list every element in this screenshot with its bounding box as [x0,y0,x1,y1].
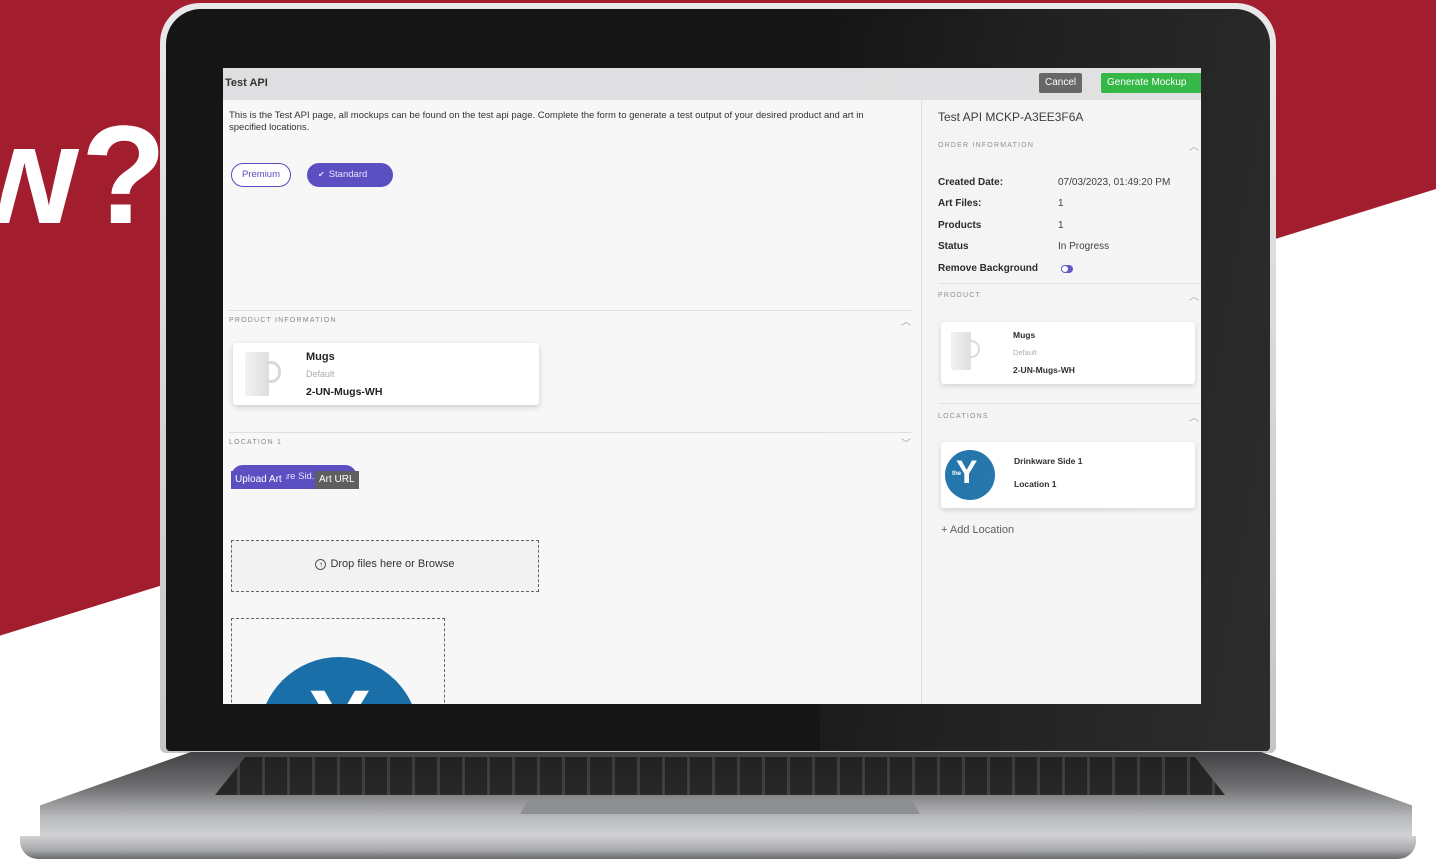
art-url-button[interactable]: Art URL [315,471,359,489]
created-date-value: 07/03/2023, 01:49:20 PM [1058,177,1171,188]
intro-text: This is the Test API page, all mockups c… [229,110,864,133]
laptop-screen: Test API Cancel Generate Mockup This is … [223,68,1201,704]
background-headline: w? [0,96,169,253]
locations-section-label: LOCATIONS [938,413,989,420]
app-topbar: Test API Cancel Generate Mockup [223,68,1201,100]
premium-tier-label: Premium [242,169,281,180]
add-location-button[interactable]: + Add Location [941,524,1014,536]
art-files-value: 1 [1058,198,1064,209]
created-date-label: Created Date: [938,177,1004,188]
mug-thumbnail [245,352,269,396]
generate-mockup-button[interactable]: Generate Mockup [1101,73,1201,93]
section-divider [938,403,1201,404]
laptop-keyboard [215,757,1225,795]
page-title: Test API [225,77,268,89]
standard-tier-chip[interactable]: ✔ Standard [307,163,393,187]
status-label: Status [938,241,969,252]
premium-tier-chip[interactable]: Premium [231,163,292,187]
ymca-logo: Y the [945,450,995,500]
sidebar-location-card[interactable]: Y the Drinkware Side 1 Location 1 [941,442,1195,508]
location-number: Location 1 [1014,479,1057,489]
chevron-up-icon[interactable]: ︿ [901,313,911,328]
mug-thumbnail [951,332,971,370]
chevron-up-icon[interactable]: ︿ [1189,138,1199,153]
laptop-base-front [20,836,1416,859]
laptop-trackpad [520,800,920,814]
main-form: This is the Test API page, all mockups c… [223,100,921,704]
remove-background-label: Remove Background [938,263,1039,274]
sidebar-product-card[interactable]: Mugs Default 2-UN-Mugs-WH [941,322,1195,384]
order-sidebar: Test API MCKP-A3EE3F6A ORDER INFORMATION… [922,100,1201,704]
check-icon: ✔ [318,170,325,179]
location-name: Drinkware Side 1 [1014,456,1083,466]
product-section-label: PRODUCT INFORMATION [229,317,337,324]
ymca-logo: Y the [259,657,419,704]
dropzone-label-wrap: ↑ Drop files here or Browse [232,558,538,570]
chevron-up-icon[interactable]: ︿ [1189,409,1199,424]
logo-letter: Y [309,677,370,704]
products-label: Products [938,220,982,231]
sidebar-product-variant: Default [1013,348,1037,357]
upload-art-button[interactable]: Upload Art [231,471,286,489]
product-card[interactable]: Mugs Default 2-UN-Mugs-WH [233,343,539,405]
sidebar-product-name: Mugs [1013,330,1036,340]
chevron-down-icon[interactable]: ﹀ [901,435,911,450]
status-value: In Progress [1058,241,1110,252]
mug-handle-shape [969,340,980,358]
art-preview: Y the [231,618,445,704]
mug-handle-shape [267,361,281,383]
dropzone-text: Drop files here or Browse [330,558,455,570]
cancel-button[interactable]: Cancel [1039,73,1083,93]
location-section-label: LOCATION 1 [229,439,283,446]
products-value: 1 [1058,220,1064,231]
chevron-up-icon[interactable]: ︿ [1189,288,1199,303]
product-variant: Default [306,369,335,379]
remove-background-toggle[interactable] [1061,265,1073,273]
order-title: Test API MCKP-A3EE3F6A [938,110,1084,124]
standard-tier-label: Standard [328,169,368,180]
sidebar-product-sku: 2-UN-Mugs-WH [1013,365,1075,375]
product-name: Mugs [306,351,335,363]
product-section-label: PRODUCT [938,292,982,299]
product-section-header[interactable]: PRODUCT INFORMATION ︿ [229,310,913,330]
order-section-label: ORDER INFORMATION [938,142,1035,149]
upload-icon: ↑ [315,559,327,570]
section-divider [938,283,1201,284]
product-sku: 2-UN-Mugs-WH [306,386,383,398]
logo-text: the [952,471,961,477]
location-section-header[interactable]: LOCATION 1 ﹀ [229,432,913,452]
file-dropzone[interactable]: ↑ Drop files here or Browse [231,540,539,592]
art-files-label: Art Files: [938,198,982,209]
